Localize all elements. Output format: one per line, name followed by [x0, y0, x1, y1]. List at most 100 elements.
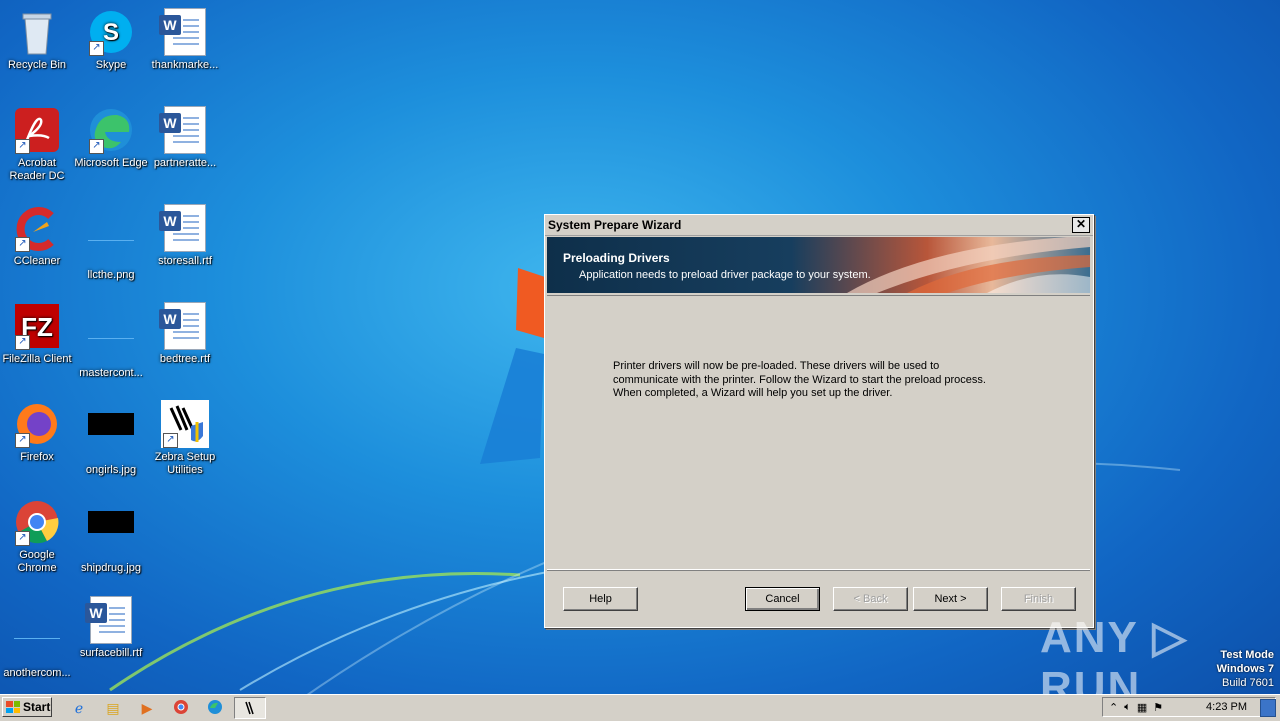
image-thumbnail-icon [87, 511, 135, 559]
edge-icon: ↗ [87, 106, 135, 154]
taskbar-clock[interactable]: 4:23 PM [1206, 701, 1247, 713]
desktop-icon-edge[interactable]: ↗ Microsoft Edge [74, 106, 148, 170]
desktop-icon-label: partneratte... [153, 157, 217, 169]
header-title: Preloading Drivers [563, 251, 670, 265]
desktop-icon-label: Zebra Setup Utilities [154, 451, 216, 476]
volume-icon[interactable]: 🔈︎ [1124, 701, 1131, 714]
desktop-icon-acrobat[interactable]: ↗ Acrobat Reader DC [0, 106, 74, 183]
image-thumbnail-icon [87, 413, 135, 461]
image-file-icon [87, 316, 135, 364]
desktop-icon-ccleaner[interactable]: ↗ CCleaner [0, 204, 74, 268]
watermark-line-2: Windows 7 [1216, 663, 1274, 675]
watermark-line-1: Test Mode [1220, 649, 1274, 661]
system-tray: ⌃ 🔈︎ ▦ ⚑ 4:23 PM [1102, 697, 1276, 717]
show-hidden-icons-icon[interactable]: ⌃ [1109, 701, 1118, 714]
media-player-icon[interactable]: ▶ [138, 699, 156, 717]
svg-text:S: S [103, 19, 119, 46]
file-explorer-icon[interactable]: ▤ [104, 699, 122, 717]
window-titlebar[interactable]: System Prepare Wizard ✕ [545, 215, 1093, 236]
shortcut-arrow-icon: ↗ [15, 433, 30, 448]
shortcut-arrow-icon: ↗ [15, 335, 30, 350]
desktop-icon-label: shipdrug.jpg [81, 562, 141, 574]
desktop-icon-label: thankmarke... [151, 59, 219, 71]
chrome-icon: ↗ [13, 498, 61, 546]
desktop-icon-label: mastercont... [79, 367, 143, 379]
recycle-bin-icon [13, 8, 61, 56]
help-button[interactable]: Help [563, 587, 638, 611]
zebra-taskbar-button[interactable] [234, 697, 266, 719]
internet-explorer-icon[interactable]: ℯ [70, 699, 88, 717]
desktop-icon-bedtree[interactable]: W bedtree.rtf [148, 302, 222, 366]
desktop-icon-label: Recycle Bin [7, 59, 67, 71]
desktop-icon-label: llcthe.png [87, 269, 135, 281]
shortcut-arrow-icon: ↗ [163, 433, 178, 448]
network-icon[interactable]: ▦ [1137, 701, 1147, 714]
filezilla-icon: FZ ↗ [13, 302, 61, 350]
window-title: System Prepare Wizard [548, 218, 682, 232]
ccleaner-icon: ↗ [13, 204, 61, 252]
desktop-icon-label: ongirls.jpg [85, 464, 137, 476]
desktop-icon-label: Skype [95, 59, 127, 71]
show-desktop-button[interactable] [1260, 699, 1276, 717]
wizard-content: Printer drivers will now be pre-loaded. … [547, 295, 1090, 570]
desktop-icon-ongirls[interactable]: ongirls.jpg [74, 400, 148, 477]
shortcut-arrow-icon: ↗ [15, 139, 30, 154]
desktop-icon-partneratte[interactable]: W partneratte... [148, 106, 222, 170]
banner-swoosh-graphic [847, 237, 1090, 293]
wizard-header-banner: Preloading Drivers Application needs to … [547, 237, 1090, 293]
shortcut-arrow-icon: ↗ [89, 41, 104, 56]
shortcut-arrow-icon: ↗ [15, 531, 30, 546]
desktop-icon-recycle-bin[interactable]: Recycle Bin [0, 8, 74, 72]
desktop-icon-thankmarke[interactable]: W thankmarke... [148, 8, 222, 72]
shortcut-arrow-icon: ↗ [15, 237, 30, 252]
desktop-icon-label: CCleaner [13, 255, 61, 267]
cancel-button[interactable]: Cancel [745, 587, 820, 611]
test-mode-watermark: Test Mode Windows 7 Build 7601 [1217, 648, 1274, 690]
watermark-line-3: Build 7601 [1222, 677, 1274, 689]
finish-button[interactable]: Finish [1001, 587, 1076, 611]
next-button[interactable]: Next > [913, 587, 988, 611]
edge-taskbar-icon[interactable] [206, 699, 224, 717]
word-document-icon: W [159, 106, 209, 154]
desktop-icon-label: storesall.rtf [158, 255, 212, 267]
desktop-icon-label: bedtree.rtf [159, 353, 211, 365]
chrome-taskbar-icon[interactable] [172, 699, 190, 717]
word-document-icon: W [159, 204, 209, 252]
header-subtitle: Application needs to preload driver pack… [579, 269, 871, 281]
start-label: Start [23, 700, 51, 714]
close-icon[interactable]: ✕ [1072, 217, 1090, 233]
skype-icon: S ↗ [87, 8, 135, 56]
desktop-icon-label: surfacebill.rtf [79, 647, 143, 659]
desktop-icon-label: Google Chrome [17, 549, 57, 574]
desktop-icon-llcthe[interactable]: llcthe.png [74, 204, 148, 282]
wizard-button-bar: Help Cancel < Back Next > Finish [547, 570, 1090, 627]
back-button[interactable]: < Back [833, 587, 908, 611]
taskbar: Start ℯ ▤ ▶ ⌃ 🔈︎ ▦ ⚑ 4:23 PM [0, 694, 1280, 721]
desktop-icon-chrome[interactable]: ↗ Google Chrome [0, 498, 74, 575]
zebra-setup-icon: ↗ [161, 400, 209, 448]
system-prepare-wizard-window: System Prepare Wizard ✕ Preloading Drive… [544, 214, 1094, 628]
desktop-icon-filezilla[interactable]: FZ ↗ FileZilla Client [0, 302, 74, 366]
start-button[interactable]: Start [2, 697, 52, 717]
desktop-icon-storesall[interactable]: W storesall.rtf [148, 204, 222, 268]
word-document-icon: W [159, 8, 209, 56]
firefox-icon: ↗ [13, 400, 61, 448]
word-document-icon: W [159, 302, 209, 350]
desktop-icon-label: Microsoft Edge [74, 157, 148, 169]
acrobat-icon: ↗ [13, 106, 61, 154]
desktop-icon-skype[interactable]: S ↗ Skype [74, 8, 148, 72]
desktop-icon-mastercont[interactable]: mastercont... [74, 302, 148, 380]
image-file-icon [87, 218, 135, 266]
desktop-icon-label: anothercom... [3, 667, 71, 679]
action-center-flag-icon[interactable]: ⚑ [1153, 701, 1163, 714]
desktop-icon-firefox[interactable]: ↗ Firefox [0, 400, 74, 464]
image-file-icon [13, 616, 61, 664]
word-document-icon: W [85, 596, 135, 644]
desktop-icon-label: FileZilla Client [2, 353, 72, 365]
desktop-icon-anothercom[interactable]: anothercom... [0, 596, 74, 680]
desktop-icon-shipdrug[interactable]: shipdrug.jpg [74, 498, 148, 575]
desktop-icon-surfacebill[interactable]: W surfacebill.rtf [74, 596, 148, 660]
wizard-body-text: Printer drivers will now be pre-loaded. … [613, 360, 986, 399]
windows-flag-icon [6, 701, 20, 713]
desktop-icon-zebra[interactable]: ↗ Zebra Setup Utilities [148, 400, 222, 477]
